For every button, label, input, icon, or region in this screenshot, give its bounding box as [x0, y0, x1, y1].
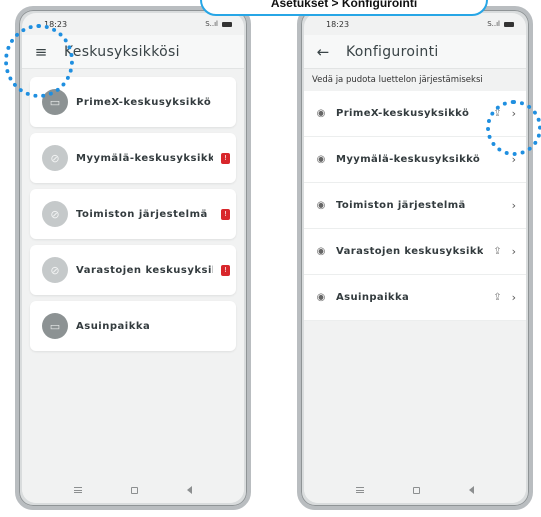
control-unit-label: Toimiston järjestelmä — [76, 208, 208, 220]
configuration-row-label: Toimiston järjestelmä — [336, 200, 466, 211]
control-unit-list: ▭ PrimeX-keskusyksikkö ⊘ Myymälä-keskusyksi… — [22, 69, 244, 351]
control-unit-card[interactable]: ⊘ Toimiston järjestelmä! — [30, 189, 236, 239]
configuration-row-label: PrimeX-keskusyksikkö — [336, 108, 470, 119]
configuration-row-label: Asuinpaikka — [336, 292, 410, 303]
eye-icon[interactable]: ◉ — [316, 108, 326, 119]
share-icon[interactable]: ⇪ — [493, 246, 501, 257]
page-title: Konfigurointi — [346, 43, 439, 60]
screen-control-units: 18:23 S..ıl ≡ Keskusyksikkösi ▭ PrimeX-ke… — [22, 13, 244, 503]
chevron-right-icon[interactable]: › — [512, 199, 516, 212]
configuration-row-label: Varastojen keskusyksikkö — [336, 246, 484, 257]
recent-apps-icon[interactable] — [356, 487, 365, 493]
control-unit-label: Myymälä-keskusyksikkö — [76, 152, 213, 164]
battery-icon — [222, 21, 232, 27]
control-unit-label: Varastojen keskusyksikkö — [76, 264, 213, 276]
configuration-list: ◉ PrimeX-keskusyksikkö ⇪ › ◉ Myymälä-keskusyk… — [304, 91, 526, 321]
phone-right: 18:23 S..ıl ← Konfigurointi Vedä ja pudo… — [297, 6, 533, 510]
system-nav-bar — [22, 477, 244, 503]
control-unit-card[interactable]: ▭ Asuinpaikka — [30, 301, 236, 351]
screen-configuration: 18:23 S..ıl ← Konfigurointi Vedä ja pudo… — [304, 13, 526, 503]
status-icons: S..ıl — [205, 20, 232, 28]
eye-icon[interactable]: ◉ — [316, 154, 326, 165]
configuration-row[interactable]: ◉ Varastojen keskusyksikkö ⇪ › — [304, 229, 526, 275]
offline-icon: ⊘ — [42, 201, 68, 227]
alert-badge: ! — [221, 264, 230, 276]
callout-text: Asetukset > Konfigurointi — [270, 0, 418, 10]
offline-icon: ⊘ — [42, 257, 68, 283]
system-nav-bar — [304, 477, 526, 503]
page-title: Keskusyksikkösi — [64, 43, 180, 60]
configuration-row[interactable]: ◉ Toimiston järjestelmä › — [304, 183, 526, 229]
signal-icon: S..ıl — [487, 20, 500, 28]
signal-icon: S..ıl — [205, 20, 218, 28]
panel-icon: ▭ — [42, 89, 68, 115]
configuration-row[interactable]: ◉ Myymälä-keskusyksikkö › — [304, 137, 526, 183]
alert-badge: ! — [221, 152, 230, 164]
control-unit-card[interactable]: ▭ PrimeX-keskusyksikkö — [30, 77, 236, 127]
chevron-right-icon[interactable]: › — [512, 245, 516, 258]
battery-icon — [504, 21, 514, 27]
eye-icon[interactable]: ◉ — [316, 246, 326, 257]
home-icon[interactable] — [412, 486, 420, 494]
reorder-hint: Vedä ja pudota luettelon järjestämiseksi — [304, 69, 526, 91]
configuration-row[interactable]: ◉ PrimeX-keskusyksikkö ⇪ › — [304, 91, 526, 137]
chevron-right-icon[interactable]: › — [512, 107, 516, 120]
eye-icon[interactable]: ◉ — [316, 200, 326, 211]
control-unit-card[interactable]: ⊘ Varastojen keskusyksikkö! — [30, 245, 236, 295]
back-arrow-icon[interactable]: ← — [314, 43, 332, 61]
back-icon[interactable] — [186, 486, 192, 494]
back-icon[interactable] — [468, 486, 474, 494]
panel-icon: ▭ — [42, 313, 68, 339]
share-icon[interactable]: ⇪ — [493, 108, 501, 119]
recent-apps-icon[interactable] — [74, 487, 83, 493]
phone-left: 18:23 S..ıl ≡ Keskusyksikkösi ▭ PrimeX-ke… — [15, 6, 251, 510]
configuration-row-label: Myymälä-keskusyksikkö — [336, 154, 481, 165]
status-time: 18:23 — [44, 19, 68, 29]
status-bar: 18:23 S..ıl — [304, 13, 526, 35]
chevron-right-icon[interactable]: › — [512, 291, 516, 304]
status-time: 18:23 — [326, 19, 350, 29]
offline-icon: ⊘ — [42, 145, 68, 171]
app-bar: ← Konfigurointi — [304, 35, 526, 69]
share-icon[interactable]: ⇪ — [493, 292, 501, 303]
control-unit-label: Asuinpaikka — [76, 320, 151, 332]
configuration-row[interactable]: ◉ Asuinpaikka ⇪ › — [304, 275, 526, 321]
eye-icon[interactable]: ◉ — [316, 292, 326, 303]
chevron-right-icon[interactable]: › — [512, 153, 516, 166]
alert-badge: ! — [221, 208, 230, 220]
section-callout: Asetukset > Konfigurointi — [200, 0, 488, 16]
status-icons: S..ıl — [487, 20, 514, 28]
control-unit-label: PrimeX-keskusyksikkö — [76, 96, 212, 108]
status-bar: 18:23 S..ıl — [22, 13, 244, 35]
home-icon[interactable] — [130, 486, 138, 494]
hamburger-icon[interactable]: ≡ — [32, 43, 50, 61]
app-bar: ≡ Keskusyksikkösi — [22, 35, 244, 69]
control-unit-card[interactable]: ⊘ Myymälä-keskusyksikkö! — [30, 133, 236, 183]
